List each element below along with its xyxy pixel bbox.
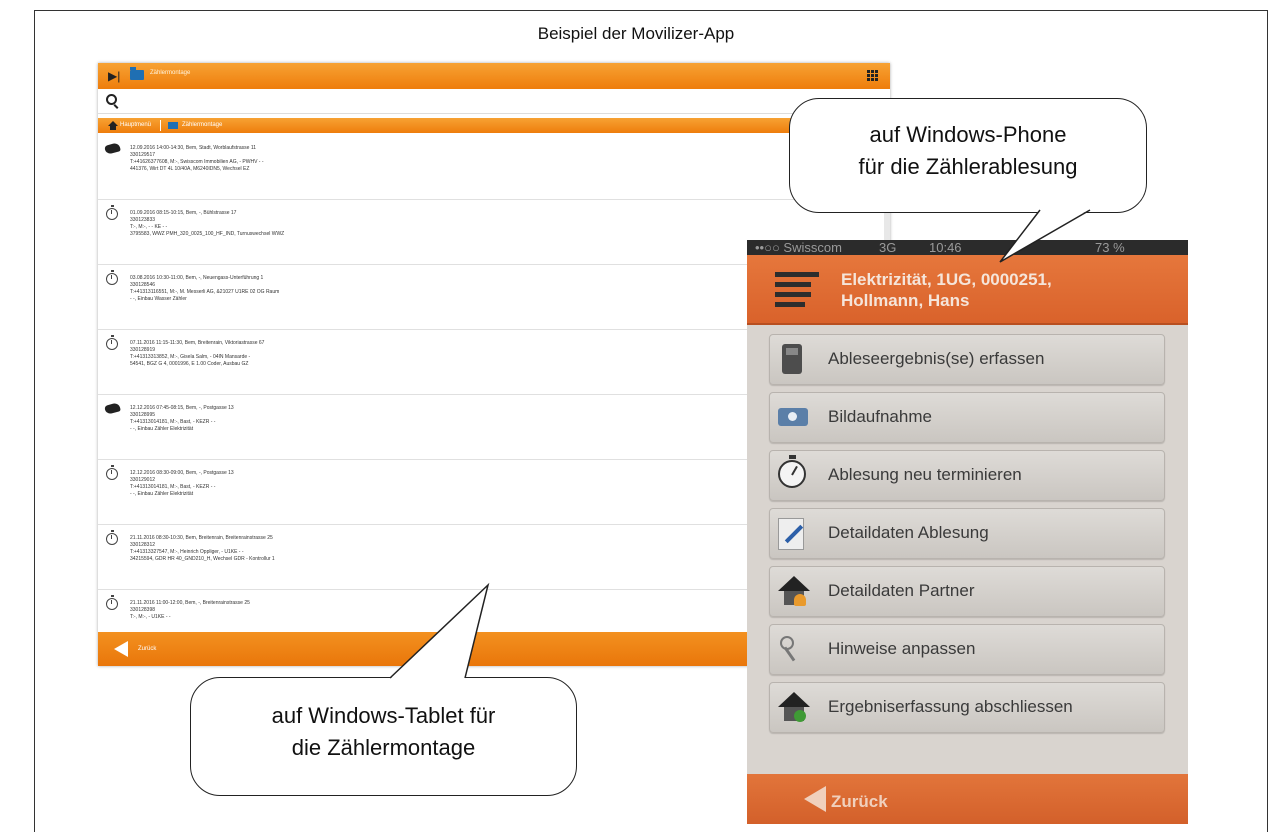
callout-tails <box>389 209 1091 679</box>
